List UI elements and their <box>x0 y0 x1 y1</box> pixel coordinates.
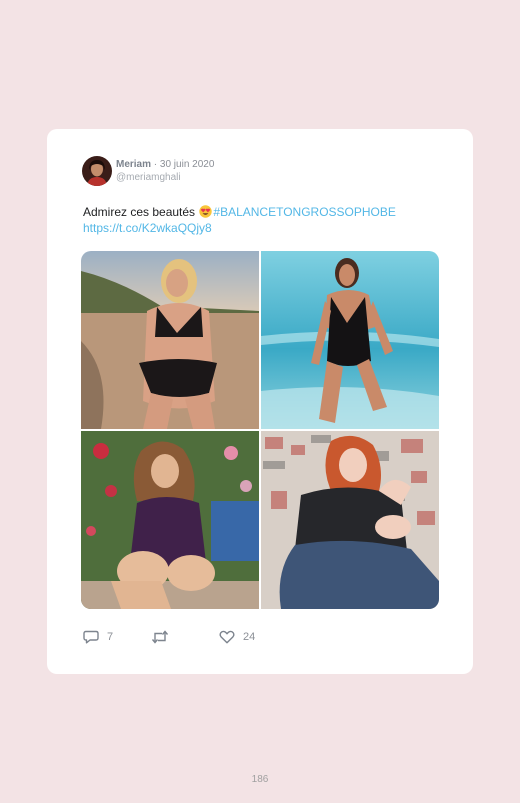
photo-grid <box>81 251 439 609</box>
retweet-button[interactable] <box>151 629 177 645</box>
photo-sea-woman-black-swimsuit[interactable] <box>261 251 439 429</box>
page-number: 186 <box>251 774 269 785</box>
heart-eyes-emoji <box>199 205 213 218</box>
photo-beach-woman-black-bikini[interactable] <box>81 251 259 429</box>
tweet-date[interactable]: 30 juin 2020 <box>160 159 215 170</box>
tweet-url[interactable]: https://t.co/K2wkaQQjy8 <box>83 221 212 235</box>
reply-button[interactable]: 7 <box>83 629 113 645</box>
heart-icon <box>219 630 235 644</box>
like-button[interactable]: 24 <box>219 629 255 645</box>
separator: · <box>151 159 160 170</box>
like-count: 24 <box>243 631 256 643</box>
tweet-card[interactable]: Meriam · 30 juin 2020 @meriamghali Admir… <box>47 129 473 674</box>
photo-garden-woman-purple-top[interactable] <box>81 431 259 609</box>
reply-count: 7 <box>107 631 114 643</box>
tweet-text: Admirez ces beautés #BALANCETONGROSSOPHO… <box>83 204 443 236</box>
reply-icon <box>83 630 99 644</box>
hashtag-link[interactable]: #BALANCETONGROSSOPHOBE <box>213 205 396 219</box>
tweet-actions: 7 24 <box>83 629 283 645</box>
photo-seated-woman-jeans[interactable] <box>261 431 439 609</box>
author-line: Meriam · 30 juin 2020 <box>116 158 214 171</box>
author-name[interactable]: Meriam <box>116 159 151 170</box>
avatar[interactable] <box>82 156 112 186</box>
tweet-body: Admirez ces beautés <box>83 205 199 219</box>
retweet-icon <box>151 630 169 644</box>
author-handle[interactable]: @meriamghali <box>116 171 181 184</box>
